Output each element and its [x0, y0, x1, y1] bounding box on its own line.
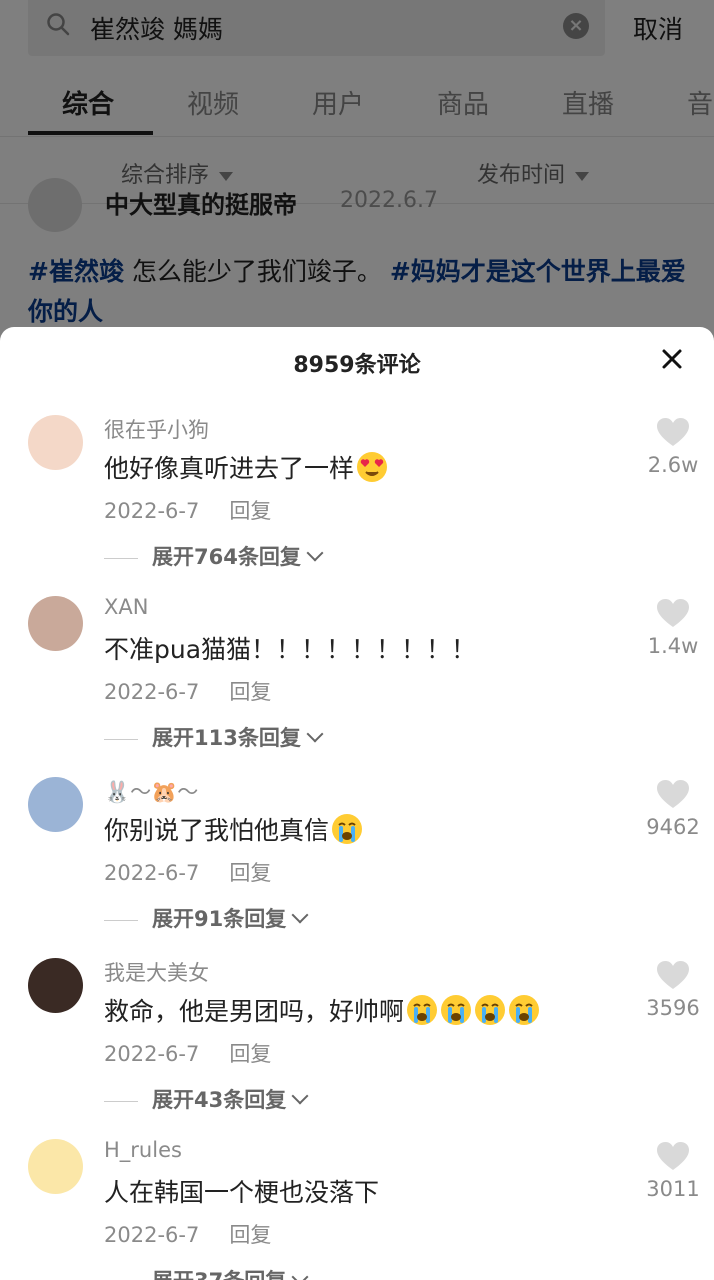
reply-button[interactable]: 回复 [229, 861, 271, 885]
chevron-down-icon [291, 906, 309, 924]
comment-meta: 2022-6-7 回复 [104, 495, 271, 525]
comment-text-body: 他好像真听进去了一样 [104, 454, 355, 483]
crying-emoji-icon [509, 995, 540, 1025]
expand-replies-label: 展开91条回复 [152, 907, 287, 931]
like-button[interactable]: 3011 [638, 1141, 708, 1201]
comment-text: 人在韩国一个梗也没落下 [104, 1173, 379, 1209]
like-button[interactable]: 3596 [638, 960, 708, 1020]
reply-button[interactable]: 回复 [229, 1223, 271, 1247]
avatar[interactable] [28, 1139, 83, 1194]
like-heart-icon[interactable] [656, 1141, 690, 1171]
expand-replies-label: 展开37条回复 [152, 1269, 286, 1280]
comment-text-body: 人在韩国一个梗也没落下 [104, 1178, 380, 1207]
comment-username[interactable]: XAN [104, 595, 148, 619]
expand-replies-label: 展开764条回复 [152, 545, 301, 569]
comment-date: 2022-6-7 [104, 1042, 200, 1066]
divider-line [104, 557, 138, 559]
chevron-down-icon [306, 544, 324, 562]
comment-meta: 2022-6-7 回复 [104, 857, 271, 887]
comment-item[interactable]: H_rules 人在韩国一个梗也没落下 2022-6-7 回复展开37条回复 3011 [0, 1138, 714, 1280]
chevron-down-icon [291, 1268, 309, 1280]
chevron-down-icon [306, 725, 324, 743]
comment-date: 2022-6-7 [104, 861, 200, 885]
avatar[interactable] [28, 958, 83, 1013]
comment-text-body: 不准pua猫猫！！！！！！！！！ [104, 635, 477, 664]
close-icon[interactable] [658, 345, 686, 373]
comment-username[interactable]: 🐰～🐹～ [104, 776, 198, 806]
comment-meta: 2022-6-7 回复 [104, 1219, 271, 1249]
comment-date: 2022-6-7 [104, 1223, 200, 1247]
expand-replies-button[interactable]: 展开37条回复 [104, 1265, 309, 1280]
comments-count-title: 8959条评论 [293, 353, 421, 378]
expand-replies-button[interactable]: 展开91条回复 [104, 903, 309, 933]
comment-meta: 2022-6-7 回复 [104, 676, 271, 706]
like-button[interactable]: 9462 [638, 779, 708, 839]
like-heart-icon[interactable] [656, 598, 690, 628]
comments-panel: 8959条评论 很在乎小狗 他好像真听进去了一样 2022-6-7 回复 展开764条回… [0, 327, 714, 1280]
crying-emoji-icon [332, 814, 363, 844]
comment-date: 2022-6-7 [104, 499, 200, 523]
like-count: 3011 [646, 1177, 700, 1201]
comment-item[interactable]: 很在乎小狗他好像真听进去了一样 2022-6-7 回复展开764条回复 2.6w [0, 415, 714, 596]
comment-meta: 2022-6-7 回复 [104, 1038, 271, 1068]
like-heart-icon[interactable] [656, 417, 690, 447]
comment-username[interactable]: 我是大美女 [104, 957, 209, 987]
comment-text-body: 救命，他是男团吗，好帅啊 [104, 997, 405, 1026]
expand-replies-button[interactable]: 展开764条回复 [104, 541, 324, 571]
divider-line [104, 919, 138, 921]
comment-text: 他好像真听进去了一样 [104, 449, 388, 485]
comment-username[interactable]: 很在乎小狗 [104, 414, 209, 444]
like-button[interactable]: 2.6w [638, 417, 708, 477]
expand-replies-button[interactable]: 展开43条回复 [104, 1084, 309, 1114]
comment-text: 你别说了我怕他真信 [104, 811, 363, 847]
chevron-down-icon [291, 1087, 309, 1105]
like-count: 1.4w [647, 634, 699, 658]
like-count: 3596 [646, 996, 700, 1020]
expand-replies-label: 展开43条回复 [152, 1088, 287, 1112]
heart-eyes-emoji-icon [357, 452, 388, 482]
crying-emoji-icon [407, 995, 438, 1025]
like-heart-icon[interactable] [656, 960, 690, 990]
comment-date: 2022-6-7 [104, 680, 200, 704]
avatar[interactable] [28, 777, 83, 832]
comment-item[interactable]: 🐰～🐹～ 你别说了我怕他真信 2022-6-7 回复展开91条回复 9462 [0, 777, 714, 958]
comment-username[interactable]: H_rules [104, 1138, 182, 1162]
comment-text-body: 你别说了我怕他真信 [104, 816, 330, 845]
crying-emoji-icon [441, 995, 472, 1025]
comment-text: 不准pua猫猫！！！！！！！！！ [104, 630, 476, 666]
reply-button[interactable]: 回复 [229, 499, 271, 523]
expand-replies-label: 展开113条回复 [152, 726, 301, 750]
like-button[interactable]: 1.4w [638, 598, 708, 658]
like-heart-icon[interactable] [656, 779, 690, 809]
reply-button[interactable]: 回复 [229, 680, 271, 704]
comment-item[interactable]: XAN 不准pua猫猫！！！！！！！！！ 2022-6-7 回复展开113条回复 1.4… [0, 595, 714, 777]
divider-line [104, 1100, 138, 1102]
comment-text: 救命，他是男团吗，好帅啊 [104, 992, 540, 1028]
expand-replies-button[interactable]: 展开113条回复 [104, 722, 324, 752]
like-count: 2.6w [647, 453, 699, 477]
avatar[interactable] [28, 415, 83, 470]
reply-button[interactable]: 回复 [229, 1042, 271, 1066]
crying-emoji-icon [475, 995, 506, 1025]
comment-item[interactable]: 我是大美女救命，他是男团吗，好帅啊 2022-6-7 回复展开43条回复 3596 [0, 958, 714, 1139]
avatar[interactable] [28, 596, 83, 651]
divider-line [104, 738, 138, 740]
like-count: 9462 [646, 815, 700, 839]
